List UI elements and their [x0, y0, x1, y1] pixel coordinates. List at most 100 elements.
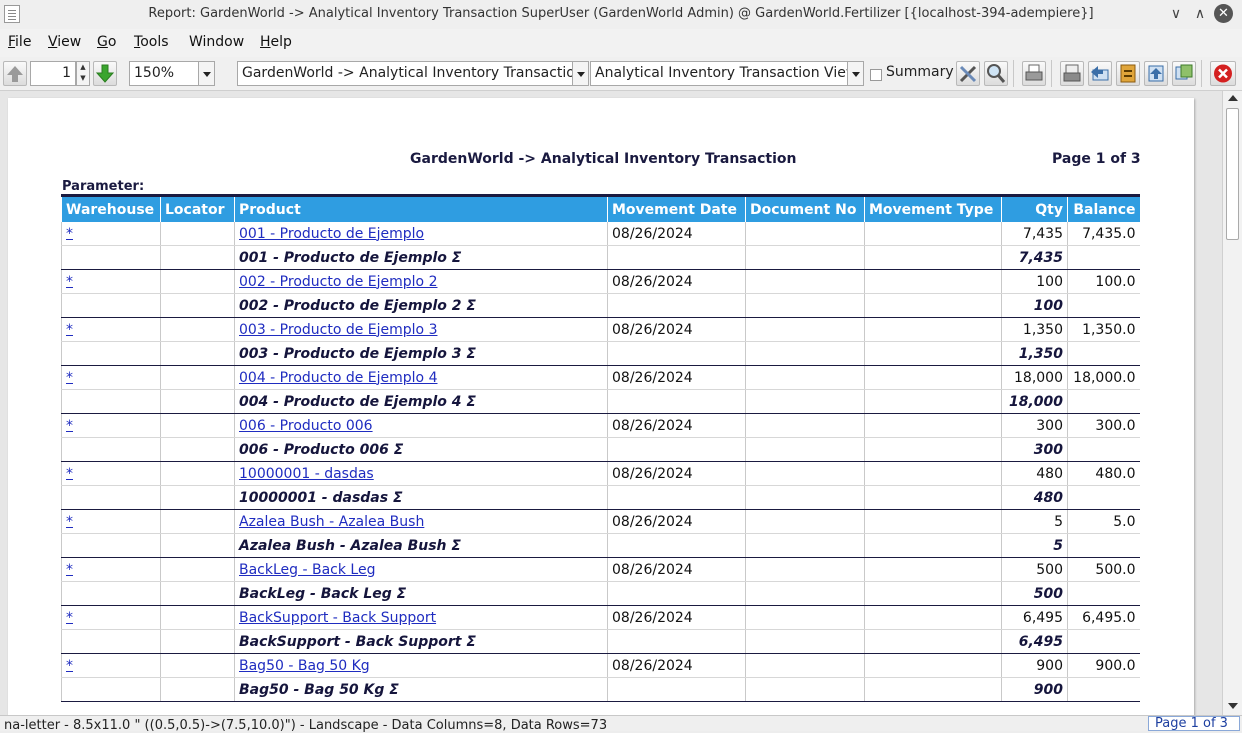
cell-movement-type [864, 341, 1002, 366]
menu-view[interactable]: View [48, 34, 81, 50]
cell-product[interactable]: Azalea Bush - Azalea Bush [234, 509, 608, 534]
next-page-button[interactable] [93, 61, 117, 86]
tools-icon [959, 65, 977, 83]
print-button[interactable] [1022, 61, 1046, 86]
cell-movement-date: 08/26/2024 [607, 605, 746, 630]
cell-qty: 6,495 [1001, 629, 1068, 654]
previous-page-button[interactable] [3, 61, 27, 86]
cell-warehouse[interactable]: * [61, 365, 161, 390]
view-select[interactable]: Analytical Inventory Transaction View [590, 61, 848, 86]
report-select-dropdown[interactable] [573, 61, 589, 86]
cell-locator [160, 509, 235, 534]
cell-warehouse[interactable]: * [61, 317, 161, 342]
close-window-button[interactable]: ✕ [1214, 4, 1233, 23]
find-button[interactable] [984, 61, 1008, 86]
print-preview-button[interactable] [1060, 61, 1084, 86]
table-row: * 001 - Producto de Ejemplo 08/26/2024 7,43… [61, 222, 1140, 246]
cell-document-no [745, 653, 865, 678]
cell-product: 002 - Producto de Ejemplo 2 Σ [234, 293, 608, 318]
cell-document-no [745, 293, 865, 318]
cell-product[interactable]: 003 - Producto de Ejemplo 3 [234, 317, 608, 342]
cell-movement-date: 08/26/2024 [607, 222, 746, 246]
cell-qty: 5 [1001, 533, 1068, 558]
send-mail-button[interactable] [1088, 61, 1112, 86]
cell-product[interactable]: BackLeg - Back Leg [234, 557, 608, 582]
cell-document-no [745, 461, 865, 486]
cell-warehouse[interactable]: * [61, 653, 161, 678]
export-button[interactable] [1144, 61, 1168, 86]
cell-product[interactable]: 006 - Producto 006 [234, 413, 608, 438]
vertical-scrollbar[interactable] [1222, 91, 1242, 715]
cell-product[interactable]: Bag50 - Bag 50 Kg [234, 653, 608, 678]
cell-balance: 5.0 [1067, 509, 1140, 534]
cell-warehouse[interactable]: * [61, 509, 161, 534]
column-header-qty[interactable]: Qty [1001, 194, 1068, 222]
cell-movement-type [864, 557, 1002, 582]
column-header-movement-date[interactable]: Movement Date [607, 194, 746, 222]
cell-warehouse[interactable]: * [61, 461, 161, 486]
cell-warehouse[interactable]: * [61, 557, 161, 582]
cell-balance [1067, 533, 1140, 558]
cell-movement-date [607, 485, 746, 510]
cell-locator [160, 629, 235, 654]
zoom-input[interactable]: 150% [129, 61, 199, 86]
cell-product: 10000001 - dasdas Σ [234, 485, 608, 510]
cell-movement-type [864, 533, 1002, 558]
menu-file-label: ile [15, 34, 32, 50]
customize-report-button[interactable] [956, 61, 980, 86]
cell-warehouse [61, 629, 161, 654]
table-header: Warehouse Locator Product Movement Date … [61, 194, 1140, 222]
zoom-dropdown[interactable] [199, 61, 215, 86]
cell-movement-type [864, 317, 1002, 342]
cell-product: Bag50 - Bag 50 Kg Σ [234, 677, 608, 702]
view-select-dropdown[interactable] [848, 61, 864, 86]
archive-button[interactable] [1116, 61, 1140, 86]
page-number-input[interactable]: 1 [30, 61, 76, 86]
page-spinner[interactable]: ▲ ▼ [76, 61, 90, 86]
column-header-locator[interactable]: Locator [160, 194, 235, 222]
menu-go[interactable]: Go [97, 34, 116, 50]
column-header-product[interactable]: Product [234, 194, 608, 222]
menu-window[interactable]: Window [189, 34, 244, 50]
other-report-button[interactable] [1172, 61, 1196, 86]
summary-checkbox[interactable] [870, 69, 882, 81]
cell-product[interactable]: 002 - Producto de Ejemplo 2 [234, 269, 608, 294]
column-header-document-no[interactable]: Document No [745, 194, 865, 222]
maximize-button[interactable]: ∧ [1190, 4, 1210, 24]
status-page-indicator: Page 1 of 3 [1148, 716, 1240, 731]
cell-movement-date [607, 293, 746, 318]
toolbar-separator [1013, 60, 1014, 87]
cell-balance [1067, 293, 1140, 318]
report-viewport[interactable]: GardenWorld -> Analytical Inventory Tran… [0, 91, 1222, 715]
summary-row: 004 - Producto de Ejemplo 4 Σ 18,000 [61, 389, 1140, 414]
column-header-balance[interactable]: Balance [1067, 194, 1140, 222]
cell-product: 004 - Producto de Ejemplo 4 Σ [234, 389, 608, 414]
summary-row: 003 - Producto de Ejemplo 3 Σ 1,350 [61, 341, 1140, 366]
minimize-button[interactable]: ∨ [1166, 4, 1186, 24]
cell-document-no [745, 581, 865, 606]
close-report-button[interactable] [1210, 61, 1236, 86]
cell-product[interactable]: BackSupport - Back Support [234, 605, 608, 630]
report-select[interactable]: GardenWorld -> Analytical Inventory Tran… [237, 61, 573, 86]
cell-movement-type [864, 365, 1002, 390]
cell-movement-date: 08/26/2024 [607, 509, 746, 534]
cell-product[interactable]: 001 - Producto de Ejemplo [234, 222, 608, 246]
scroll-down-icon[interactable] [1228, 703, 1238, 709]
column-header-movement-type[interactable]: Movement Type [864, 194, 1002, 222]
scroll-thumb[interactable] [1226, 108, 1239, 240]
menu-file[interactable]: File [8, 34, 31, 50]
summary-row: 002 - Producto de Ejemplo 2 Σ 100 [61, 293, 1140, 318]
cell-warehouse[interactable]: * [61, 269, 161, 294]
scroll-up-icon[interactable] [1228, 95, 1238, 101]
cell-balance [1067, 581, 1140, 606]
cell-warehouse[interactable]: * [61, 222, 161, 246]
cell-product: BackSupport - Back Support Σ [234, 629, 608, 654]
cell-warehouse[interactable]: * [61, 605, 161, 630]
cell-warehouse[interactable]: * [61, 413, 161, 438]
column-header-warehouse[interactable]: Warehouse [61, 194, 161, 222]
report-title: GardenWorld -> Analytical Inventory Tran… [410, 151, 797, 167]
menu-tools[interactable]: Tools [134, 34, 169, 50]
cell-product[interactable]: 10000001 - dasdas [234, 461, 608, 486]
menu-help[interactable]: Help [260, 34, 292, 50]
cell-product[interactable]: 004 - Producto de Ejemplo 4 [234, 365, 608, 390]
